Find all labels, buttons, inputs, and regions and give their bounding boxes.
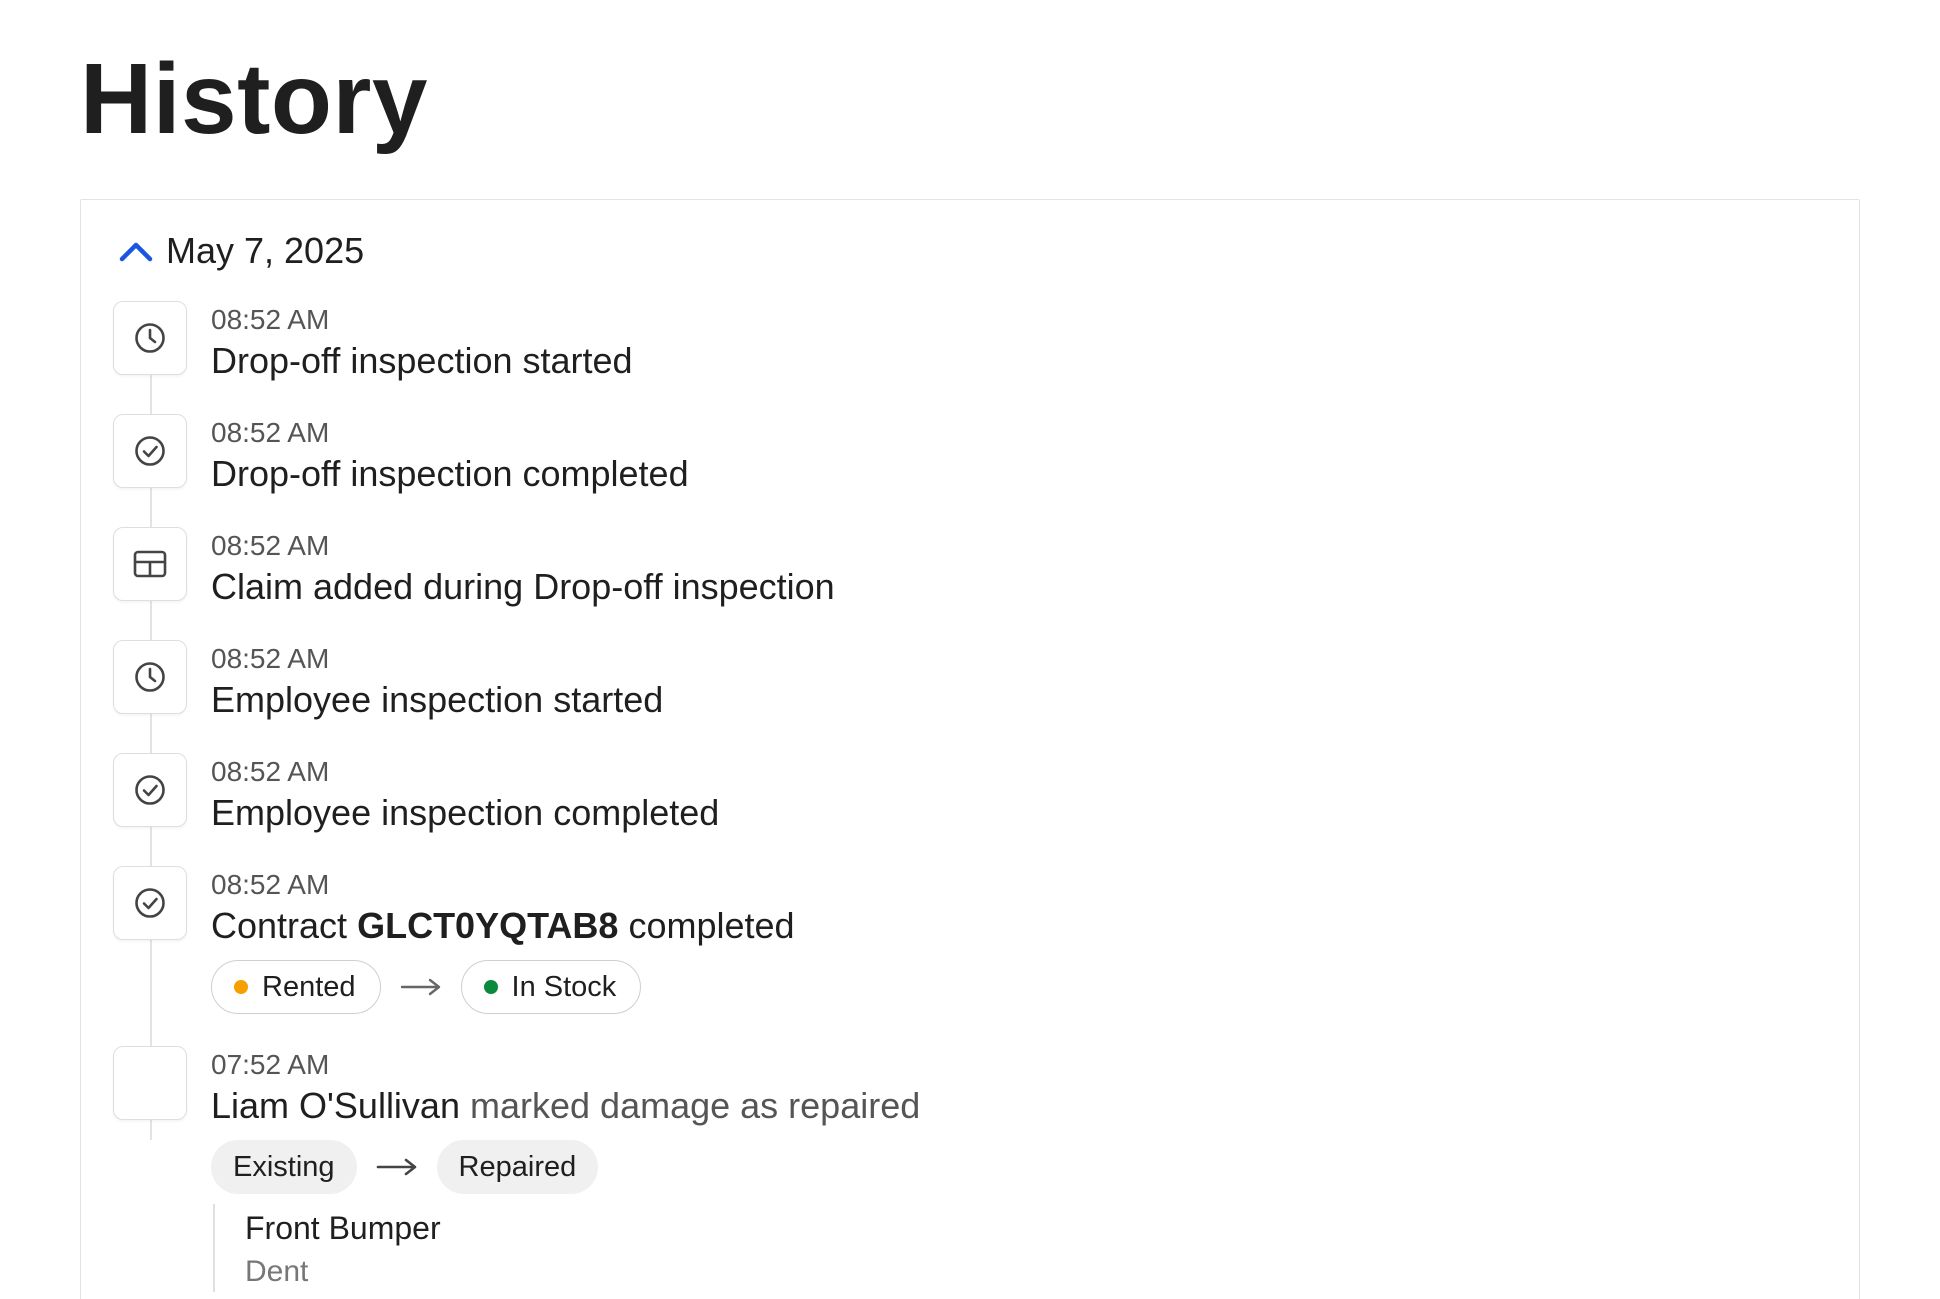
event-time: 08:52 AM bbox=[211, 530, 330, 561]
event-time: 08:52 AM bbox=[211, 417, 330, 448]
arrow-right-icon bbox=[381, 960, 461, 1014]
state-from-badge: Existing bbox=[211, 1140, 357, 1194]
check-circle-icon bbox=[113, 866, 187, 940]
avatar-placeholder bbox=[113, 1046, 187, 1120]
event-text: Drop-off inspection started bbox=[211, 340, 633, 381]
event-time: 08:52 AM bbox=[211, 869, 330, 900]
event-text: Liam O'Sullivan marked damage as repaire… bbox=[211, 1084, 920, 1128]
status-to-label: In Stock bbox=[511, 970, 617, 1003]
event-time: 08:52 AM bbox=[211, 304, 330, 335]
status-from-label: Rented bbox=[262, 970, 356, 1003]
event-text: Employee inspection completed bbox=[211, 792, 720, 833]
clock-icon bbox=[113, 301, 187, 375]
date-group-toggle[interactable]: May 7, 2025 bbox=[116, 230, 364, 272]
date-group-label: May 7, 2025 bbox=[166, 230, 365, 271]
damage-state-change: Existing Repaired bbox=[211, 1140, 920, 1194]
arrow-right-icon bbox=[357, 1140, 437, 1194]
event-time: 07:52 AM bbox=[211, 1049, 330, 1080]
damage-detail: Front Bumper Dent bbox=[213, 1204, 920, 1292]
event-text: Employee inspection started bbox=[211, 679, 664, 720]
history-panel: May 7, 2025 08:52 AM Drop-off inspection… bbox=[80, 199, 1860, 1299]
event-text: Drop-off inspection completed bbox=[211, 453, 689, 494]
contract-text-prefix: Contract bbox=[211, 905, 348, 946]
event-time: 08:52 AM bbox=[211, 643, 330, 674]
status-from-badge: Rented bbox=[211, 960, 381, 1014]
damage-part: Front Bumper bbox=[245, 1210, 441, 1246]
contract-text-suffix: completed bbox=[628, 905, 795, 946]
status-dot-green bbox=[483, 980, 498, 994]
chevron-up-icon bbox=[116, 231, 156, 271]
page-title: History bbox=[80, 43, 429, 155]
check-circle-icon bbox=[113, 753, 187, 827]
status-to-badge: In Stock bbox=[460, 960, 642, 1014]
event-action: marked damage as repaired bbox=[470, 1085, 921, 1126]
event-actor: Liam O'Sullivan bbox=[211, 1085, 460, 1126]
clock-icon bbox=[113, 640, 187, 714]
table-icon bbox=[113, 527, 187, 601]
damage-type: Dent bbox=[245, 1255, 309, 1288]
history-page: History May 7, 2025 08:52 AM Drop-off in… bbox=[0, 0, 1940, 1299]
status-change: Rented In Stock bbox=[211, 960, 795, 1014]
event-time: 08:52 AM bbox=[211, 756, 330, 787]
event-text: Claim added during Drop-off inspection bbox=[211, 566, 835, 607]
check-circle-icon bbox=[113, 414, 187, 488]
contract-id[interactable]: GLCT0YQTAB8 bbox=[357, 905, 618, 946]
state-to-badge: Repaired bbox=[436, 1140, 599, 1194]
status-dot-orange bbox=[234, 980, 248, 994]
event-text: Contract GLCT0YQTAB8 completed bbox=[211, 904, 795, 948]
